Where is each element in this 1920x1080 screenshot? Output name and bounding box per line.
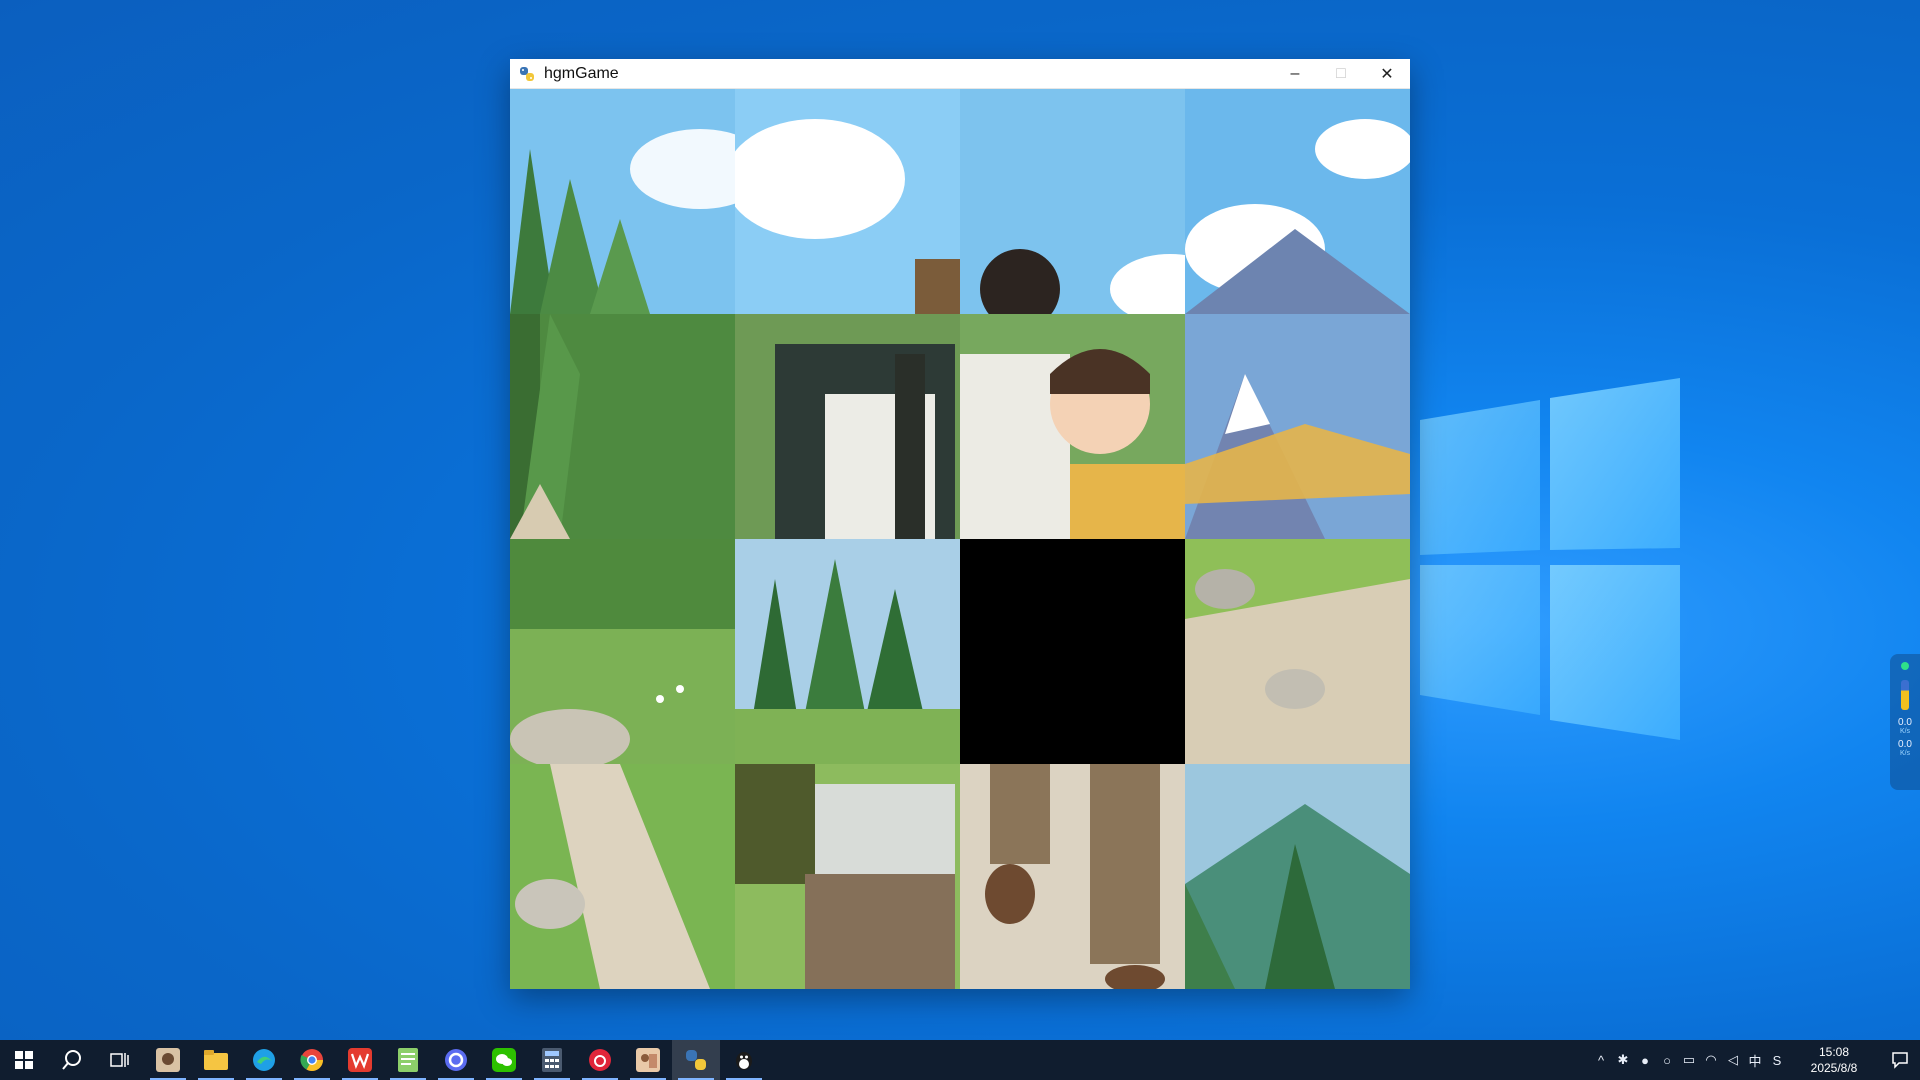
puzzle-tile[interactable] [735, 314, 960, 539]
taskbar-clock[interactable]: 15:08 2025/8/8 [1794, 1044, 1874, 1076]
minimize-button[interactable]: – [1272, 59, 1318, 89]
upload-unit: K/s [1899, 728, 1911, 735]
upload-speed: 0.0 [1898, 717, 1912, 728]
taskbar-edge[interactable] [240, 1040, 288, 1080]
folder-icon [204, 1050, 228, 1070]
taskbar-file-explorer[interactable] [192, 1040, 240, 1080]
taskbar-qq[interactable] [720, 1040, 768, 1080]
close-button[interactable]: ✕ [1364, 59, 1410, 89]
tray-chevron-up-icon[interactable]: ^ [1590, 1040, 1612, 1080]
taskbar-calculator[interactable] [528, 1040, 576, 1080]
qq-penguin-icon [736, 1052, 752, 1070]
empty-tile[interactable] [960, 539, 1185, 764]
puzzle-tile[interactable] [735, 764, 960, 989]
circle-browser-icon [445, 1049, 467, 1071]
taskbar-netease-music[interactable] [576, 1040, 624, 1080]
puzzle-tile[interactable] [510, 764, 735, 989]
game-window[interactable]: hgmGame – □ ✕ [510, 59, 1410, 989]
bluetooth-icon[interactable]: ✱ [1612, 1040, 1634, 1080]
sogou-ime-icon[interactable]: S [1766, 1040, 1788, 1080]
image-viewer-icon [636, 1048, 660, 1072]
notification-center-button[interactable] [1880, 1040, 1920, 1080]
puzzle-tile[interactable] [510, 314, 735, 539]
edge-browser-icon [253, 1049, 275, 1071]
circle-tray-icon[interactable]: ○ [1656, 1040, 1678, 1080]
puzzle-board[interactable] [510, 89, 1410, 989]
puzzle-tile[interactable] [960, 764, 1185, 989]
start-button[interactable] [0, 1040, 48, 1080]
taskbar-wechat[interactable] [480, 1040, 528, 1080]
network-speed-widget[interactable]: 0.0 K/s 0.0 K/s [1890, 654, 1920, 790]
wifi-icon[interactable]: ◠ [1700, 1040, 1722, 1080]
calculator-icon [542, 1048, 562, 1072]
system-tray[interactable]: ^ ✱ ● ○ ▭ ◠ ◁ 中 S 15:08 2025/8/8 [1590, 1040, 1920, 1080]
python-icon [686, 1050, 706, 1070]
puzzle-tile[interactable] [1185, 314, 1410, 539]
clock-date: 2025/8/8 [1810, 1061, 1858, 1075]
python-icon [520, 66, 534, 81]
clock-time: 15:08 [1818, 1045, 1850, 1059]
windows-start-icon [15, 1051, 33, 1069]
puzzle-tile[interactable] [510, 539, 735, 764]
taskbar[interactable]: ^ ✱ ● ○ ▭ ◠ ◁ 中 S 15:08 2025/8/8 [0, 1040, 1920, 1080]
netease-music-icon [589, 1049, 611, 1071]
task-view-button[interactable] [96, 1040, 144, 1080]
taskbar-notepad[interactable] [384, 1040, 432, 1080]
taskbar-python-app[interactable] [672, 1040, 720, 1080]
taskbar-chrome[interactable] [288, 1040, 336, 1080]
puzzle-tile[interactable] [735, 89, 960, 314]
search-icon [62, 1050, 81, 1070]
photo-app-icon [156, 1048, 180, 1072]
search-button[interactable] [48, 1040, 96, 1080]
puzzle-tile[interactable] [1185, 764, 1410, 989]
taskbar-photo-app[interactable] [144, 1040, 192, 1080]
windows-logo-wallpaper [1420, 378, 1680, 740]
task-view-icon [110, 1053, 129, 1067]
notepad-icon [398, 1048, 418, 1072]
window-title: hgmGame [544, 64, 619, 82]
usage-bar [1901, 680, 1909, 710]
puzzle-tile[interactable] [960, 314, 1185, 539]
chrome-browser-icon [300, 1049, 323, 1071]
puzzle-tile[interactable] [735, 539, 960, 764]
taskbar-wps[interactable] [336, 1040, 384, 1080]
volume-muted-icon[interactable]: ◁ [1722, 1040, 1744, 1080]
battery-icon[interactable]: ▭ [1678, 1040, 1700, 1080]
taskbar-circle-browser[interactable] [432, 1040, 480, 1080]
status-dot [1901, 662, 1909, 670]
notification-icon [1892, 1052, 1908, 1069]
download-speed: 0.0 [1898, 739, 1912, 750]
taskbar-image-viewer[interactable] [624, 1040, 672, 1080]
maximize-button[interactable]: □ [1318, 59, 1364, 89]
ime-indicator[interactable]: 中 [1744, 1040, 1766, 1080]
puzzle-tile[interactable] [960, 89, 1185, 314]
download-unit: K/s [1899, 750, 1911, 757]
title-bar[interactable]: hgmGame – □ ✕ [510, 59, 1410, 89]
puzzle-tile[interactable] [510, 89, 735, 314]
puzzle-tile[interactable] [1185, 539, 1410, 764]
puzzle-tile[interactable] [1185, 89, 1410, 314]
qq-tray-icon[interactable]: ● [1634, 1040, 1656, 1080]
wechat-icon [492, 1048, 516, 1072]
wps-office-icon [348, 1048, 372, 1072]
